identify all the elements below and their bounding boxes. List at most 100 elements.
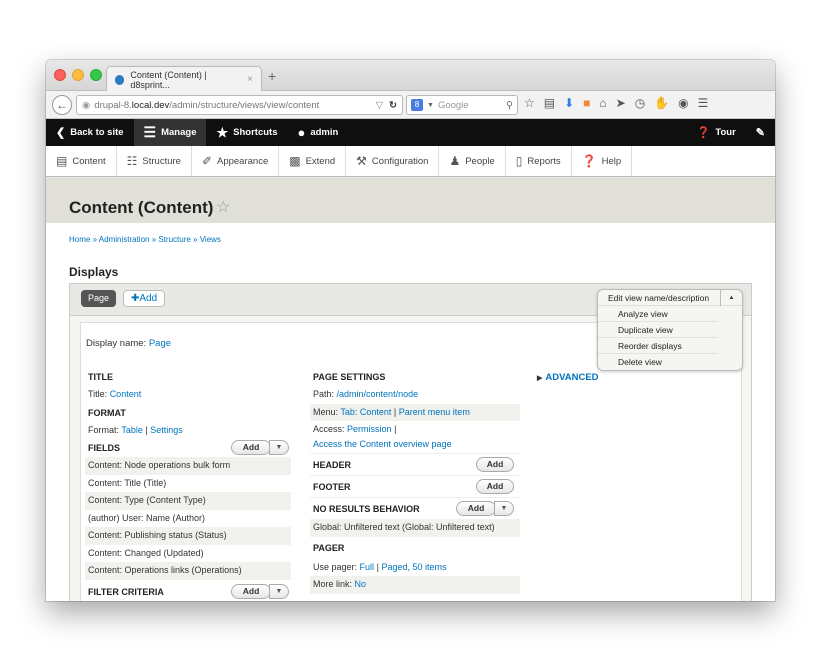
column-2: PAGE SETTINGS Path: /admin/content/node … bbox=[310, 368, 520, 594]
delete-view-item[interactable]: Delete view bbox=[598, 354, 718, 370]
tray-item-configuration[interactable]: ⚒ Configuration bbox=[346, 146, 440, 176]
shortcuts-tab[interactable]: ★ Shortcuts bbox=[206, 119, 287, 146]
field-row[interactable]: Content: Node operations bulk form bbox=[85, 457, 291, 475]
chat-icon[interactable]: ◉ bbox=[678, 96, 688, 110]
separator: | bbox=[394, 424, 397, 434]
access-link[interactable]: Permission bbox=[347, 424, 392, 434]
tour-button[interactable]: ❓ Tour bbox=[687, 119, 746, 146]
search-dropdown-icon[interactable]: ▼ bbox=[427, 102, 434, 109]
path-label: Path: bbox=[313, 389, 335, 399]
reorder-displays-item[interactable]: Reorder displays bbox=[598, 338, 718, 354]
access-detail-link[interactable]: Access the Content overview page bbox=[313, 437, 520, 452]
tray-item-reports[interactable]: ▯ Reports bbox=[506, 146, 572, 176]
reading-list-icon[interactable]: ▤ bbox=[544, 96, 555, 110]
duplicate-view-item[interactable]: Duplicate view bbox=[598, 322, 718, 338]
menu-label: Menu: bbox=[313, 406, 339, 417]
path-link[interactable]: /admin/content/node bbox=[337, 389, 419, 399]
user-tab[interactable]: ● admin bbox=[287, 119, 348, 146]
drupal-favicon-icon bbox=[115, 74, 125, 85]
field-row[interactable]: Content: Publishing status (Status) bbox=[85, 527, 291, 545]
title-section-heading: TITLE bbox=[88, 372, 113, 382]
download-icon[interactable]: ⬇ bbox=[564, 96, 574, 110]
tray-item-structure[interactable]: ☷ Structure bbox=[117, 146, 192, 176]
manage-tab[interactable]: ☰ Manage bbox=[133, 119, 207, 146]
menu-link[interactable]: Tab: Content bbox=[340, 407, 391, 417]
menu-hamburger-icon[interactable]: ☰ bbox=[698, 96, 709, 110]
access-label: Access: bbox=[313, 424, 345, 434]
tray-item-extend[interactable]: ▩ Extend bbox=[279, 146, 347, 176]
breadcrumb[interactable]: Home » Administration » Structure » View… bbox=[69, 235, 221, 244]
view-operations-dropdown: Edit view name/description ▲ Analyze vie… bbox=[597, 289, 743, 371]
minimize-window-button[interactable] bbox=[72, 69, 84, 81]
field-row[interactable]: (author) User: Name (Author) bbox=[85, 510, 291, 528]
tray-item-help[interactable]: ❓ Help bbox=[572, 146, 633, 176]
admin-menu-tray: ▤ Content ☷ Structure ✐ Appearance ▩ Extend … bbox=[46, 146, 775, 177]
no-results-dropdown-button[interactable]: ▼ bbox=[494, 501, 514, 516]
display-name-link[interactable]: Page bbox=[149, 338, 171, 349]
format-settings-link[interactable]: Settings bbox=[150, 425, 183, 435]
url-bar[interactable]: ◉ drupal-8.local.dev/admin/structure/vie… bbox=[76, 95, 403, 115]
wrench-icon: ⚒ bbox=[356, 154, 367, 168]
pager-label: Use pager: bbox=[313, 561, 358, 572]
advanced-toggle[interactable]: ▶ ADVANCED bbox=[537, 372, 599, 383]
separator: | bbox=[145, 424, 148, 435]
home-icon[interactable]: ⌂ bbox=[599, 96, 606, 110]
google-icon[interactable]: 8 bbox=[411, 99, 423, 111]
back-to-site-link[interactable]: ❮ Back to site bbox=[46, 119, 134, 146]
tray-item-content[interactable]: ▤ Content bbox=[46, 146, 117, 176]
title-row: Title: Content bbox=[85, 386, 291, 404]
pager-detail-link[interactable]: Paged, 50 items bbox=[381, 562, 446, 572]
pocket-icon[interactable]: ■ bbox=[583, 96, 590, 110]
back-to-site-label: Back to site bbox=[70, 127, 124, 138]
fields-dropdown-button[interactable]: ▼ bbox=[269, 440, 289, 455]
field-row[interactable]: Content: Operations links (Operations) bbox=[85, 562, 291, 580]
title-value-link[interactable]: Content bbox=[110, 389, 142, 399]
advanced-label: ADVANCED bbox=[545, 372, 599, 383]
history-icon[interactable]: ◷ bbox=[635, 96, 645, 110]
close-window-button[interactable] bbox=[54, 69, 66, 81]
help-circle-icon: ❓ bbox=[696, 127, 711, 139]
filter-add-button[interactable]: Add bbox=[231, 583, 271, 599]
filter-dropdown-button[interactable]: ▼ bbox=[269, 583, 289, 599]
tab-close-icon[interactable]: × bbox=[247, 74, 253, 85]
navigation-bar: ← ◉ drupal-8.local.dev/admin/structure/v… bbox=[46, 91, 775, 119]
tray-item-appearance[interactable]: ✐ Appearance bbox=[192, 146, 280, 176]
edit-pencil-icon[interactable]: ✎ bbox=[746, 126, 775, 139]
tray-item-people[interactable]: ♟ People bbox=[439, 146, 506, 176]
field-row[interactable]: Content: Changed (Updated) bbox=[85, 545, 291, 563]
browser-window: Content (Content) | d8sprint... × + ← ◉ … bbox=[46, 60, 775, 601]
format-value-link[interactable]: Table bbox=[121, 425, 143, 435]
parent-menu-link[interactable]: Parent menu item bbox=[399, 407, 470, 417]
bookmark-dropdown-icon[interactable]: ▽ bbox=[376, 100, 383, 111]
no-results-add-button[interactable]: Add bbox=[456, 501, 496, 516]
user-icon: ● bbox=[297, 125, 306, 140]
more-link-value[interactable]: No bbox=[355, 579, 367, 589]
field-row[interactable]: Content: Type (Content Type) bbox=[85, 492, 291, 510]
new-tab-button[interactable]: + bbox=[268, 68, 276, 84]
header-add-button[interactable]: Add bbox=[476, 457, 514, 472]
drupal-admin-toolbar: ❮ Back to site ☰ Manage ★ Shortcuts ● ad… bbox=[46, 119, 775, 146]
footer-add-button[interactable]: Add bbox=[476, 479, 514, 494]
fields-add-button[interactable]: Add bbox=[231, 440, 271, 455]
display-tab-page[interactable]: Page bbox=[81, 290, 117, 307]
chevron-up-icon[interactable]: ▲ bbox=[720, 290, 742, 306]
extension-icon[interactable]: ✋ bbox=[654, 96, 669, 110]
zoom-window-button[interactable] bbox=[90, 69, 102, 81]
back-circle-icon: ❮ bbox=[56, 127, 66, 139]
add-display-button[interactable]: ✚Add bbox=[123, 290, 166, 307]
browser-tab[interactable]: Content (Content) | d8sprint... × bbox=[106, 66, 262, 92]
search-icon[interactable]: ⚲ bbox=[506, 100, 513, 111]
tray-item-label: Content bbox=[72, 155, 106, 167]
bookmark-star-icon[interactable]: ☆ bbox=[524, 96, 535, 110]
analyze-view-item[interactable]: Analyze view bbox=[598, 306, 718, 322]
back-arrow-icon[interactable]: ← bbox=[52, 94, 72, 115]
send-icon[interactable]: ➤ bbox=[616, 96, 626, 110]
pager-link[interactable]: Full bbox=[360, 562, 375, 572]
field-row[interactable]: Content: Title (Title) bbox=[85, 475, 291, 493]
search-bar[interactable]: 8 ▼ Google ⚲ bbox=[406, 95, 518, 115]
reload-icon[interactable]: ↻ bbox=[389, 100, 397, 111]
search-input[interactable]: Google bbox=[438, 100, 469, 111]
shortcut-star-icon[interactable]: ☆ bbox=[216, 197, 230, 217]
no-results-value-link[interactable]: Global: Unfiltered text (Global: Unfilte… bbox=[310, 519, 520, 537]
star-icon: ★ bbox=[216, 124, 229, 140]
